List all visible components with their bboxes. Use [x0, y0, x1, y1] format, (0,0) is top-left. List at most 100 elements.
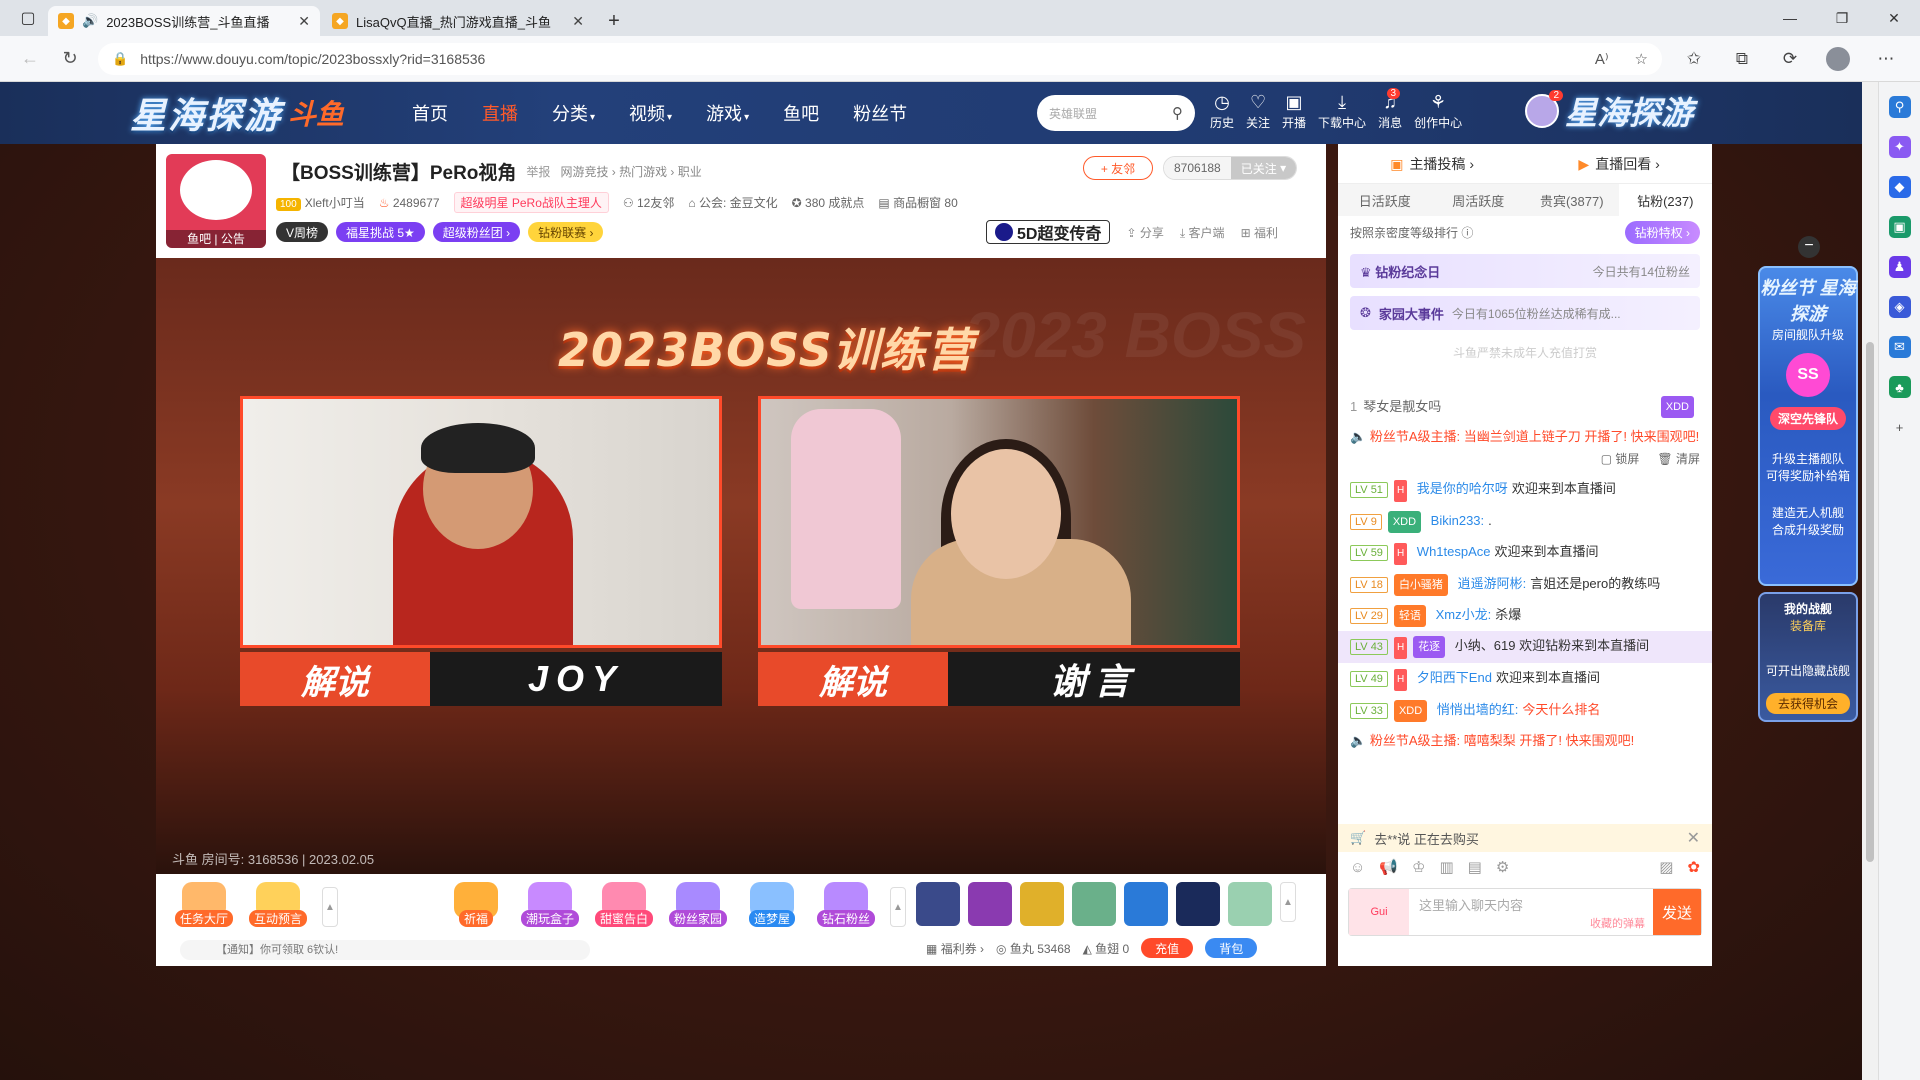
page-scrollbar[interactable] — [1862, 82, 1878, 1080]
lucky-challenge-tag[interactable]: 福星挑战 5★ — [336, 222, 425, 242]
gift-star-thumb[interactable] — [968, 882, 1012, 926]
client-button[interactable]: ⤓ 客户端 — [1180, 224, 1225, 241]
achievement-points[interactable]: ✪ 380 成就点 — [792, 194, 865, 211]
site-search-input[interactable]: 英雄联盟 ⚲ — [1037, 95, 1195, 131]
chat-messages[interactable]: 1 琴女是靓女吗 XDD 🔈 粉丝节A级主播: 当幽兰剑道上链子刀 开播了! 快来… — [1338, 392, 1712, 824]
add-favorite-icon[interactable]: ☆ — [1635, 50, 1648, 68]
chat-input[interactable]: 这里输入聊天内容 收藏的弹幕 — [1409, 889, 1653, 935]
gift-confession[interactable]: 甜蜜告白 — [594, 882, 654, 927]
tab-close-icon[interactable]: ✕ — [572, 13, 584, 30]
recharge-button[interactable]: 充值 — [1141, 938, 1194, 958]
get-chance-button[interactable]: 去获得机会 — [1766, 693, 1850, 714]
video-player[interactable]: 2023 BOSS 2023BOSS训练营 解说 JOY 解说 谢言 斗鱼 房间… — [156, 258, 1326, 874]
my-warship-card[interactable]: 我的战舰 装备库 可开出隐藏战舰 去获得机会 — [1758, 592, 1858, 722]
gift-figure-thumb[interactable] — [1072, 882, 1116, 926]
profile-avatar[interactable] — [1814, 46, 1862, 71]
deep-space-button[interactable]: 深空先锋队 — [1770, 407, 1846, 430]
send-button[interactable]: 发送 — [1653, 889, 1701, 935]
gift-scene-thumb[interactable] — [1228, 882, 1272, 926]
expand-arrow-icon[interactable]: ▲ — [322, 887, 338, 927]
nav-yuba[interactable]: 鱼吧 — [783, 100, 819, 126]
image-icon[interactable]: ▨ — [1659, 858, 1673, 876]
barrage-icon[interactable]: ▤ — [1468, 858, 1482, 876]
tab-daily[interactable]: 日活跃度 — [1338, 184, 1432, 216]
badge-icon[interactable]: ♔ — [1412, 858, 1425, 876]
privilege-button[interactable]: 钻粉特权 › — [1624, 220, 1700, 244]
broadcast-icon[interactable]: 📢 — [1379, 858, 1398, 876]
browser-tab[interactable]: ◆ LisaQvQ直播_热门游戏直播_斗鱼 ✕ — [322, 6, 594, 36]
tree-icon[interactable]: ♣ — [1888, 376, 1911, 398]
restore-icon[interactable]: ❐ — [1816, 0, 1868, 36]
fans-icon[interactable]: ▥ — [1439, 858, 1453, 876]
tab-close-icon[interactable]: ✕ — [298, 13, 310, 30]
audio-icon[interactable]: 🔊 — [82, 13, 98, 29]
refresh-button[interactable]: ↻ — [50, 42, 90, 76]
collections-icon[interactable]: ⧉ — [1718, 49, 1766, 69]
follow-button[interactable]: ♡ 关注 — [1246, 92, 1270, 131]
shop-window[interactable]: ▤ 商品橱窗 80 — [878, 194, 957, 211]
diamond-league-tag[interactable]: 钻粉联赛 › — [528, 222, 604, 242]
diamond-anniversary-banner[interactable]: ♛ 钻粉纪念日 今日共有14位粉丝 — [1350, 254, 1700, 288]
super-fan-tag[interactable]: 超级粉丝团 › — [432, 222, 521, 242]
category-breadcrumb[interactable]: 网游竞技 › 热门游戏 › 职业 — [560, 163, 701, 180]
more-menu-icon[interactable]: ⋯ — [1862, 49, 1910, 69]
download-center-button[interactable]: ⤓ 下载中心 — [1318, 92, 1366, 131]
history-button[interactable]: ◷ 历史 — [1210, 92, 1234, 131]
gift-rocket-thumb[interactable] — [916, 882, 960, 926]
gift-orb-thumb[interactable] — [1124, 882, 1168, 926]
expand-arrow-icon[interactable]: ▲ — [1280, 882, 1296, 922]
brand-logo[interactable]: 星海探游 斗鱼 — [130, 88, 344, 138]
browser-tab-active[interactable]: ◆ 🔊 2023BOSS训练营_斗鱼直播 ✕ — [48, 6, 320, 36]
guild-info[interactable]: ⌂ 公会: 金豆文化 — [688, 194, 777, 211]
red-packet-icon[interactable]: ✿ — [1687, 858, 1700, 876]
welfare-button[interactable]: ⊞ 福利 — [1241, 224, 1278, 241]
anchor-submission-link[interactable]: ▣ 主播投稿 › — [1390, 154, 1474, 174]
add-icon[interactable]: + — [1889, 416, 1911, 438]
search-icon[interactable]: ⚲ — [1172, 104, 1183, 122]
notice-ticker[interactable]: 【通知】你可领取 6钦认! — [180, 940, 590, 960]
avatar-label[interactable]: 鱼吧 | 公告 — [166, 230, 266, 248]
collapse-icon[interactable]: − — [1798, 236, 1820, 258]
nav-game[interactable]: 游戏 ▾ — [706, 100, 749, 126]
office-icon[interactable]: ◈ — [1888, 296, 1911, 318]
prediction-button[interactable]: 互动预言 — [248, 882, 308, 927]
close-icon[interactable]: ✕ — [1687, 828, 1700, 848]
gift-toy-box[interactable]: 潮玩盒子 — [520, 882, 580, 927]
copilot-icon[interactable]: ✦ — [1888, 136, 1911, 158]
settings-icon[interactable]: ⚙ — [1496, 858, 1509, 876]
followed-button[interactable]: 已关注 ▾ — [1230, 157, 1297, 179]
tab-weekly[interactable]: 周活跃度 — [1432, 184, 1526, 216]
gift-fan-home[interactable]: 粉丝家园 — [668, 882, 728, 927]
share-button[interactable]: ⇪ 分享 — [1126, 224, 1163, 241]
report-link[interactable]: 举报 — [526, 163, 550, 180]
gui-badge[interactable]: Gui — [1349, 889, 1409, 935]
tab-actions-icon[interactable]: ▢ — [8, 0, 48, 36]
url-field[interactable]: 🔒 https://www.douyu.com/topic/2023bossxl… — [98, 42, 1662, 75]
saved-barrage-link[interactable]: 收藏的弹幕 — [1590, 915, 1645, 931]
nav-fanfest[interactable]: 粉丝节 — [853, 100, 907, 126]
event-logo-right[interactable]: 星海探游 — [1565, 88, 1693, 134]
nav-video[interactable]: 视频 ▾ — [629, 100, 672, 126]
clear-screen-button[interactable]: 🗑 清屏 — [1657, 448, 1700, 470]
streamer-info[interactable]: 100 Xleft小叮当 — [276, 194, 365, 211]
search-icon[interactable]: ⚲ — [1888, 96, 1911, 118]
lock-icon[interactable]: 🔒 — [112, 51, 128, 67]
help-icon[interactable]: ⓘ — [1461, 226, 1473, 240]
outlook-icon[interactable]: ✉ — [1888, 336, 1911, 358]
shopping-icon[interactable]: ◆ — [1888, 176, 1911, 198]
room-avatar[interactable]: 鱼吧 | 公告 — [166, 154, 266, 248]
close-window-icon[interactable]: ✕ — [1868, 0, 1920, 36]
favorites-icon[interactable]: ✩ — [1670, 49, 1718, 69]
add-friend-button[interactable]: + 友邻 — [1083, 156, 1153, 180]
promo-banner[interactable]: 5D超变传奇 — [986, 220, 1111, 244]
task-hall-button[interactable]: 任务大厅 — [174, 882, 234, 927]
emoji-icon[interactable]: ☺ — [1350, 859, 1365, 876]
messages-button[interactable]: ♫ 3 消息 — [1378, 88, 1402, 131]
new-tab-button[interactable]: + — [596, 6, 632, 36]
gift-space-thumb[interactable] — [1176, 882, 1220, 926]
games-icon[interactable]: ♟ — [1888, 256, 1911, 278]
back-button[interactable]: ← — [10, 42, 50, 76]
scrollbar-thumb[interactable] — [1866, 342, 1874, 862]
fleet-upgrade-card[interactable]: 粉丝节 星海探游 房间舰队升级 SS 深空先锋队 升级主播舰队 可得奖励补给箱 … — [1758, 266, 1858, 586]
tools-icon[interactable]: ▣ — [1888, 216, 1911, 238]
